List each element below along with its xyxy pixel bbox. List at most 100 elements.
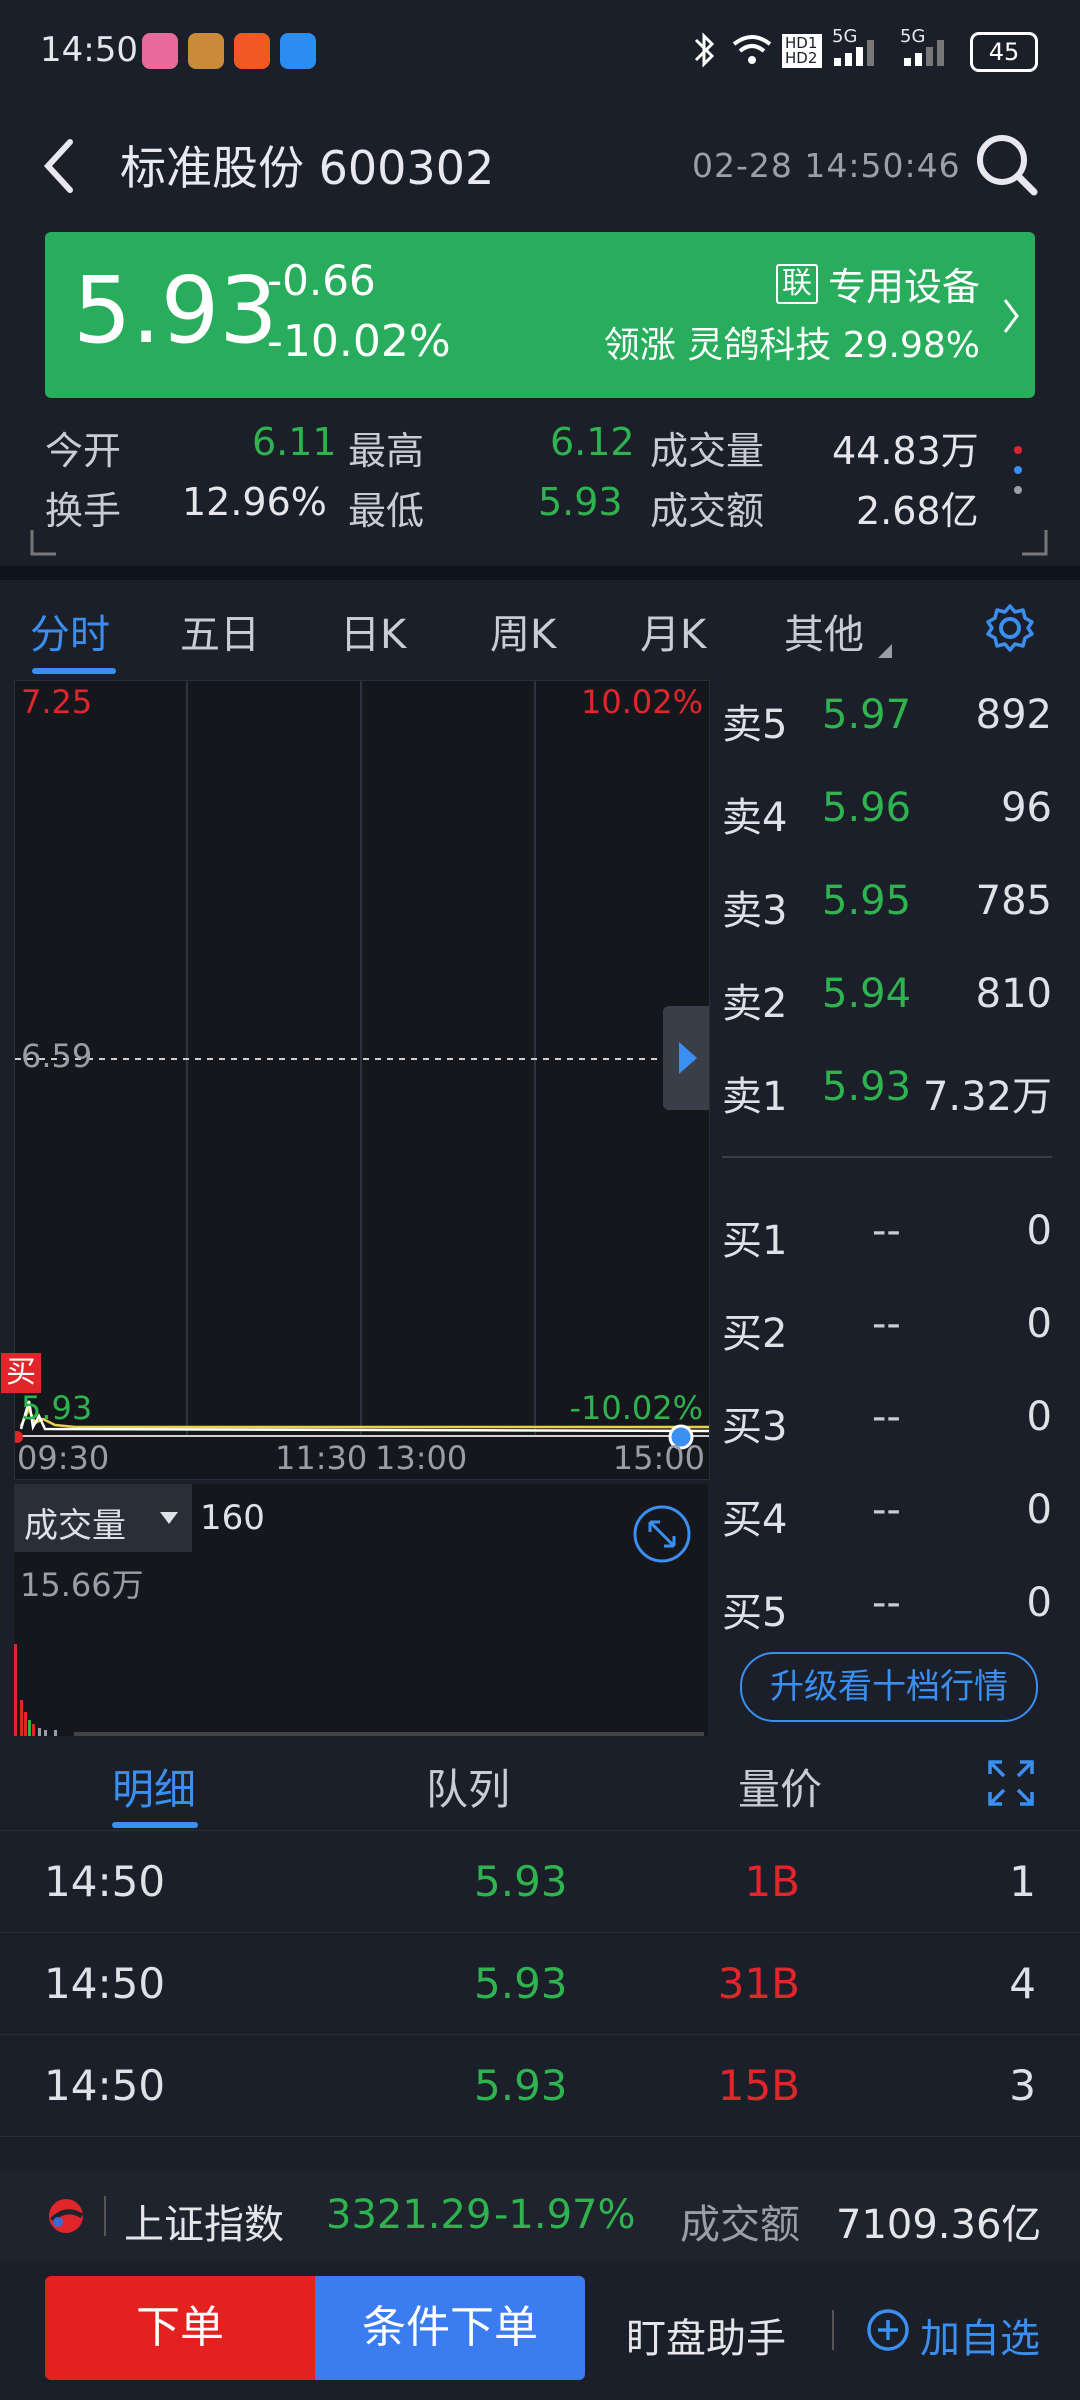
index-amount: 7109.36亿: [836, 2202, 1042, 2248]
sector-leader: 领涨 灵鸽科技 29.98%: [604, 316, 980, 368]
gear-icon[interactable]: [984, 602, 1036, 654]
bid-label: 买4: [722, 1497, 788, 1543]
bluetooth-icon: [694, 32, 715, 68]
tab-queue[interactable]: 队列: [426, 1756, 510, 1817]
collapse-book-handle[interactable]: [663, 1006, 709, 1110]
status-bar: 14:50 HD1 HD2 5G 5G 45: [0, 0, 1080, 100]
ask-price: 5.96: [822, 785, 912, 831]
ask-row-4: 卖4 5.96 96: [722, 785, 1052, 845]
amount-label: 成交额: [650, 489, 765, 533]
detail-tab-indicator: [112, 1822, 198, 1828]
trade-row: 14:50 5.93 1B 1: [0, 1830, 1080, 1932]
place-order-button[interactable]: 下单: [45, 2276, 315, 2380]
ask-label: 卖2: [722, 981, 788, 1027]
header: 标准股份 600302 02-28 14:50:46: [0, 110, 1080, 220]
watch-assistant-button[interactable]: 盯盘助手: [626, 2306, 786, 2364]
volume-bars: [14, 1644, 704, 1736]
sector-badge: 联: [775, 263, 818, 304]
clock: 14:50: [40, 30, 138, 70]
ask-row-1: 卖1 5.93 7.32万: [722, 1064, 1052, 1124]
index-ticker-bar[interactable]: 上证指数 3321.29 -1.97% 成交额 7109.36亿: [0, 2172, 1080, 2260]
ask-row-2: 卖2 5.94 810: [722, 971, 1052, 1031]
low-label: 最低: [348, 489, 425, 533]
trade-row: 14:50 5.93 31B 4: [0, 1932, 1080, 2034]
upgrade-ten-level-button[interactable]: 升级看十档行情: [740, 1652, 1038, 1722]
tab-detail[interactable]: 明细: [112, 1756, 196, 1817]
bid-price: --: [872, 1487, 901, 1533]
bid-row-3: 买3 -- 0: [722, 1394, 1052, 1454]
tab-other[interactable]: 其他: [784, 602, 864, 660]
app-icon-pink: [142, 33, 178, 69]
index-amount-label: 成交额: [680, 2202, 800, 2248]
ask-price: 5.97: [822, 692, 912, 738]
expand-icon[interactable]: [632, 1504, 692, 1564]
ask-label: 卖3: [722, 888, 788, 934]
time-label-1130: 11:30: [275, 1439, 368, 1477]
bid-row-1: 买1 -- 0: [722, 1208, 1052, 1268]
open-value: 6.11: [252, 420, 337, 464]
index-value: 3321.29: [326, 2192, 492, 2238]
trade-time: 14:50: [44, 2061, 166, 2110]
trade-time: 14:50: [44, 1857, 166, 1906]
hd-badge: HD1 HD2: [782, 34, 822, 68]
last-price: 5.93: [73, 257, 278, 364]
tab-weekly-k[interactable]: 周K: [490, 602, 556, 660]
chevron-right-icon[interactable]: [1001, 296, 1021, 336]
tab-volume-price[interactable]: 量价: [738, 1756, 822, 1817]
tab-monthly-k[interactable]: 月K: [640, 602, 706, 660]
ask-price: 5.93: [822, 1064, 912, 1110]
time-label-0930: 09:30: [17, 1439, 110, 1477]
ask-label: 卖1: [722, 1074, 788, 1120]
trade-count: 3: [1009, 2061, 1036, 2110]
trade-price: 5.93: [474, 1857, 568, 1906]
sector-link[interactable]: 联 专用设备: [775, 256, 980, 311]
volume-panel[interactable]: 成交量 160 15.66万: [14, 1484, 708, 1736]
trade-row: 14:50 5.93 15B 3: [0, 2034, 1080, 2136]
tab-five-day[interactable]: 五日: [180, 602, 260, 660]
corner-mark-right: [1022, 530, 1048, 556]
trade-row-partial: [0, 2136, 1080, 2173]
page-title: 标准股份 600302: [120, 141, 495, 195]
index-divider: [104, 2196, 106, 2236]
time-label-1300: 13:00: [375, 1439, 468, 1477]
volume-dropdown[interactable]: 成交量: [14, 1484, 192, 1552]
chart-top-pct: 10.02%: [580, 683, 703, 721]
bid-price: --: [872, 1580, 901, 1626]
intraday-chart[interactable]: 7.25 10.02% 6.59 5.93 -10.02% 买 09:30 11…: [1, 680, 710, 1480]
trade-count: 4: [1009, 1959, 1036, 2008]
search-icon[interactable]: [972, 130, 1042, 200]
bid-qty: 0: [1026, 1301, 1052, 1347]
add-watchlist-button[interactable]: 加自选: [920, 2306, 1040, 2364]
signal-icon-2: [904, 40, 944, 66]
stats-grid: 今开 6.11 最高 6.12 成交量 44.83万 换手 12.96% 最低 …: [0, 414, 1080, 564]
conditional-order-button[interactable]: 条件下单: [315, 2276, 585, 2380]
dropdown-triangle-icon: [878, 644, 892, 658]
leader-pct: 29.98%: [842, 325, 980, 366]
bid-label: 买1: [722, 1218, 788, 1264]
tab-intraday[interactable]: 分时: [30, 602, 110, 660]
ask-label: 卖5: [722, 702, 788, 748]
back-icon[interactable]: [40, 136, 80, 196]
open-label: 今开: [45, 429, 122, 473]
play-right-icon: [679, 1042, 697, 1074]
bid-qty: 0: [1026, 1394, 1052, 1440]
chart-mid-price: 6.59: [21, 1037, 93, 1075]
chart-bottom-price: 5.93: [21, 1389, 93, 1427]
bid-label: 买5: [722, 1590, 788, 1636]
tab-daily-k[interactable]: 日K: [340, 602, 406, 660]
fullscreen-icon[interactable]: [988, 1760, 1034, 1806]
ask-qty: 96: [1001, 785, 1052, 831]
price-summary[interactable]: 5.93 -0.66 -10.02% 联 专用设备 领涨 灵鸽科技 29.98%: [45, 232, 1035, 398]
section-divider: [0, 566, 1080, 580]
bid-label: 买3: [722, 1404, 788, 1450]
bid-row-4: 买4 -- 0: [722, 1487, 1052, 1547]
ask-qty: 810: [975, 971, 1052, 1017]
chart-bottom-pct: -10.02%: [569, 1389, 703, 1427]
market-logo-icon: [49, 2199, 84, 2233]
more-dots-icon[interactable]: [1010, 440, 1026, 508]
detail-tabs: 明细 队列 量价: [0, 1742, 1080, 1830]
bid-qty: 0: [1026, 1580, 1052, 1626]
add-circle-icon[interactable]: [866, 2308, 910, 2352]
trade-price: 5.93: [474, 2061, 568, 2110]
buy-marker[interactable]: 买: [1, 1353, 41, 1393]
